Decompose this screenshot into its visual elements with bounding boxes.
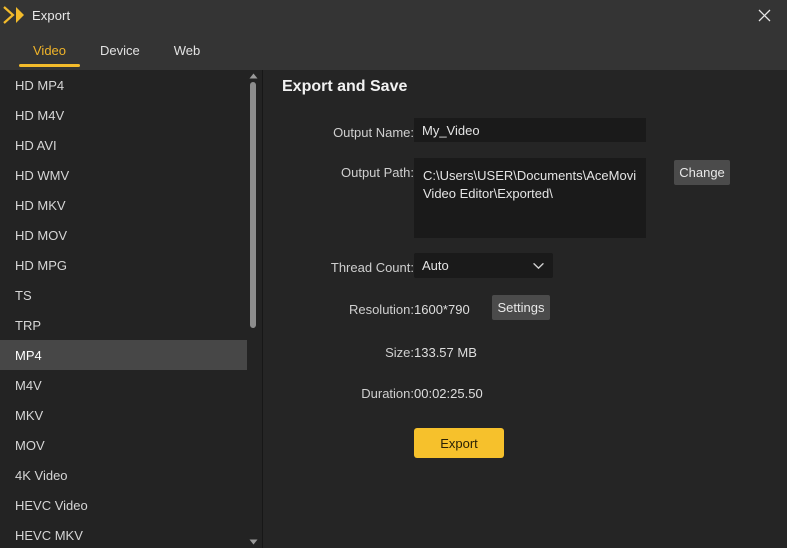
format-list: HD MP4 HD M4V HD AVI HD WMV HD MKV HD MO… [0, 70, 250, 548]
format-item-label: HD MP4 [15, 77, 65, 93]
format-item-label: M4V [15, 377, 42, 393]
acemovi-logo-icon [3, 6, 24, 24]
resolution-value: 1600*790 [414, 302, 470, 317]
tab-web[interactable]: Web [157, 30, 218, 70]
tab-bar-filler [263, 30, 787, 70]
format-item-hd-avi[interactable]: HD AVI [0, 130, 250, 160]
sidebar-scrollbar-thumb[interactable] [250, 82, 256, 328]
format-item-mov[interactable]: MOV [0, 430, 250, 460]
format-item-label: HD M4V [15, 107, 65, 123]
format-item-label: TS [15, 287, 32, 303]
format-item-label: 4K Video [15, 467, 68, 483]
chevron-down-icon [249, 539, 257, 545]
format-sidebar: HD MP4 HD M4V HD AVI HD WMV HD MKV HD MO… [0, 70, 263, 548]
chevron-up-icon [249, 73, 257, 79]
close-button[interactable] [741, 0, 787, 30]
format-item-label: HD WMV [15, 167, 70, 183]
size-label: Size: [385, 345, 414, 360]
change-path-button[interactable]: Change [674, 160, 730, 185]
format-item-label: HD MPG [15, 257, 67, 273]
title-bar: Export [0, 0, 787, 30]
format-item-mp4[interactable]: MP4 [0, 340, 250, 370]
export-settings-panel: Export and Save Output Name: Output Path… [263, 70, 787, 548]
format-item-label: HEVC MKV [15, 527, 83, 543]
format-item-hd-m4v[interactable]: HD M4V [0, 100, 250, 130]
scroll-down-button[interactable] [247, 536, 259, 548]
chevron-down-icon [533, 262, 544, 269]
close-icon [758, 9, 770, 21]
thread-count-label: Thread Count: [330, 260, 414, 275]
format-item-label: HEVC Video [15, 497, 88, 513]
format-item-label: HD MKV [15, 197, 66, 213]
format-item-label: HD MOV [15, 227, 67, 243]
resolution-settings-button[interactable]: Settings [492, 295, 550, 320]
tab-bar: Video Device Web [0, 30, 263, 70]
format-item-ts[interactable]: TS [0, 280, 250, 310]
format-item-hd-mkv[interactable]: HD MKV [0, 190, 250, 220]
format-item-label: TRP [15, 317, 41, 333]
export-button[interactable]: Export [414, 428, 504, 458]
format-item-label: MOV [15, 437, 45, 453]
duration-value: 00:02:25.50 [414, 386, 483, 401]
tab-video-label: Video [33, 42, 67, 58]
output-path-value[interactable]: C:\Users\USER\Documents\AceMovi Video Ed… [414, 158, 646, 238]
output-name-label: Output Name: [333, 125, 414, 140]
format-item-hd-mov[interactable]: HD MOV [0, 220, 250, 250]
duration-label: Duration: [361, 386, 414, 401]
thread-count-select[interactable]: Auto [414, 253, 553, 278]
scroll-up-button[interactable] [247, 70, 259, 82]
format-item-hevc-video[interactable]: HEVC Video [0, 490, 250, 520]
tab-video[interactable]: Video [16, 30, 83, 70]
page-title: Export and Save [282, 78, 408, 95]
tab-device[interactable]: Device [83, 30, 157, 70]
format-item-4k-video[interactable]: 4K Video [0, 460, 250, 490]
format-item-hd-wmv[interactable]: HD WMV [0, 160, 250, 190]
output-path-label: Output Path: [341, 165, 414, 180]
format-item-m4v[interactable]: M4V [0, 370, 250, 400]
tab-device-label: Device [100, 42, 140, 58]
size-value: 133.57 MB [414, 345, 477, 360]
format-item-label: HD AVI [15, 137, 57, 153]
format-item-hevc-mkv[interactable]: HEVC MKV [0, 520, 250, 548]
window-title: Export [32, 7, 71, 23]
format-item-trp[interactable]: TRP [0, 310, 250, 340]
format-item-hd-mpg[interactable]: HD MPG [0, 250, 250, 280]
tab-web-label: Web [173, 42, 201, 58]
export-dialog: Export Video Device Web HD MP4 HD M4V HD… [0, 0, 787, 548]
output-name-input[interactable] [414, 118, 646, 142]
thread-count-value: Auto [422, 258, 449, 273]
format-item-mkv[interactable]: MKV [0, 400, 250, 430]
resolution-label: Resolution: [348, 302, 414, 317]
format-item-label: MP4 [15, 347, 42, 363]
format-item-hd-mp4[interactable]: HD MP4 [0, 70, 250, 100]
format-item-label: MKV [15, 407, 44, 423]
